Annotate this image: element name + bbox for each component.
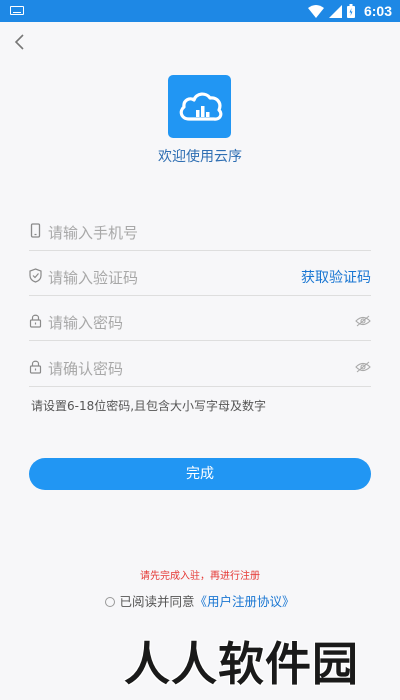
watermark: 人人软件园 [124,637,359,691]
phone-icon [30,223,41,238]
submit-button[interactable]: 完成 [29,458,371,490]
agreement-link[interactable]: 《用户注册协议》 [195,594,295,609]
warning-text: 请先完成入驻，再进行注册 [140,571,260,582]
status-bar: 6:03 [0,0,400,22]
status-icons: 6:03 [307,3,392,19]
password-input[interactable]: 请输入密码 [48,312,123,333]
lock-icon [29,314,42,328]
phone-field[interactable]: 请输入手机号 [29,206,371,251]
back-button[interactable] [12,32,30,52]
confirm-password-field[interactable]: 请确认密码 [29,342,371,387]
agree-prefix: 已阅读并同意 [119,594,195,609]
welcome-text: 欢迎使用云序 [158,149,242,165]
agree-radio[interactable] [105,597,116,607]
app-logo [168,75,231,138]
eye-off-icon[interactable] [355,315,371,327]
password-hint: 请设置6-18位密码,且包含大小写字母及数字 [31,399,267,413]
eye-off-icon[interactable] [355,361,371,373]
signal-icon [328,4,342,18]
battery-icon [346,4,355,18]
agreement-row: 已阅读并同意《用户注册协议》 [0,591,400,610]
get-code-button[interactable]: 获取验证码 [301,267,371,287]
cloud-chart-icon [179,92,223,121]
lock-icon [29,360,42,374]
keyboard-icon [10,6,24,15]
code-field[interactable]: 请输入验证码 获取验证码 [29,251,371,296]
wifi-icon [307,4,324,18]
password-field[interactable]: 请输入密码 [29,296,371,341]
code-input[interactable]: 请输入验证码 [48,267,138,288]
phone-input[interactable]: 请输入手机号 [48,222,138,243]
status-time: 6:03 [363,3,392,19]
confirm-password-input[interactable]: 请确认密码 [48,358,123,379]
chevron-left-icon [14,34,24,50]
shield-icon [29,268,42,283]
